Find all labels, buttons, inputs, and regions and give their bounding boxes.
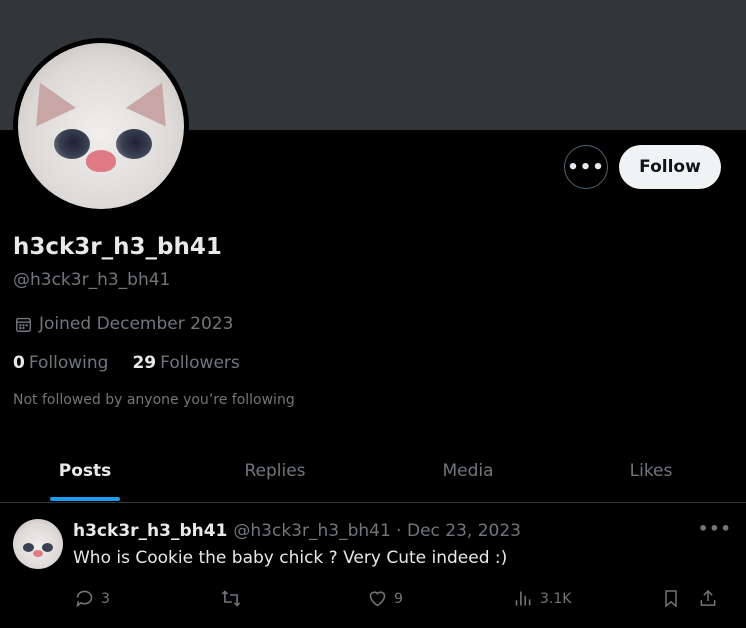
display-name: h3ck3r_h3_bh41 <box>13 234 222 260</box>
reply-icon <box>76 590 93 608</box>
like-count: 9 <box>394 590 403 607</box>
more-icon: ••• <box>567 156 605 178</box>
repost-button[interactable] <box>219 588 249 609</box>
follow-stats: 0 Following 29 Followers <box>13 353 264 373</box>
post-meta[interactable]: @h3ck3r_h3_bh41 · Dec 23, 2023 <box>233 521 521 541</box>
post-avatar[interactable] <box>13 519 63 569</box>
joined-date: Joined December 2023 <box>14 314 233 334</box>
followers-label: Followers <box>160 353 240 373</box>
share-icon <box>700 589 716 606</box>
post-text: Who is Cookie the baby chick ? Very Cute… <box>73 548 508 568</box>
calendar-icon <box>16 317 31 332</box>
post-item[interactable]: h3ck3r_h3_bh41 @h3ck3r_h3_bh41 · Dec 23,… <box>0 503 746 628</box>
repost-icon <box>221 590 241 607</box>
share-button[interactable] <box>698 588 724 609</box>
following-count: 0 <box>13 353 25 373</box>
following-label: Following <box>28 353 109 373</box>
bookmark-button[interactable] <box>661 588 687 609</box>
reply-button[interactable]: 3 <box>74 588 110 609</box>
following-link[interactable]: 0 Following <box>13 353 108 373</box>
like-icon <box>369 591 386 607</box>
more-options-button[interactable]: ••• <box>564 145 608 189</box>
views-button[interactable]: 3.1K <box>513 588 571 609</box>
views-count: 3.1K <box>540 590 572 607</box>
tab-media[interactable]: Media <box>383 440 553 502</box>
profile-tabs: Posts Replies Media Likes <box>0 440 746 503</box>
follow-button[interactable]: Follow <box>619 145 721 189</box>
avatar-image <box>18 43 184 209</box>
followers-count: 29 <box>132 353 157 373</box>
tab-likes[interactable]: Likes <box>566 440 736 502</box>
bookmark-icon <box>665 590 677 608</box>
reply-count: 3 <box>101 590 110 607</box>
like-button[interactable]: 9 <box>367 588 403 609</box>
views-icon <box>515 591 531 606</box>
followers-link[interactable]: 29 Followers <box>132 353 239 373</box>
post-header: h3ck3r_h3_bh41 @h3ck3r_h3_bh41 · Dec 23,… <box>73 521 521 541</box>
post-author-name[interactable]: h3ck3r_h3_bh41 <box>73 521 227 541</box>
profile-avatar[interactable] <box>13 38 189 214</box>
user-handle: @h3ck3r_h3_bh41 <box>13 270 171 290</box>
tab-replies[interactable]: Replies <box>190 440 360 502</box>
tab-posts[interactable]: Posts <box>0 440 170 502</box>
post-actions: 3 9 3.1K <box>0 588 746 612</box>
joined-text: Joined December 2023 <box>39 314 234 334</box>
active-tab-indicator <box>50 497 120 501</box>
post-more-icon[interactable]: ••• <box>698 519 732 538</box>
not-followed-note: Not followed by anyone you’re following <box>13 392 295 408</box>
